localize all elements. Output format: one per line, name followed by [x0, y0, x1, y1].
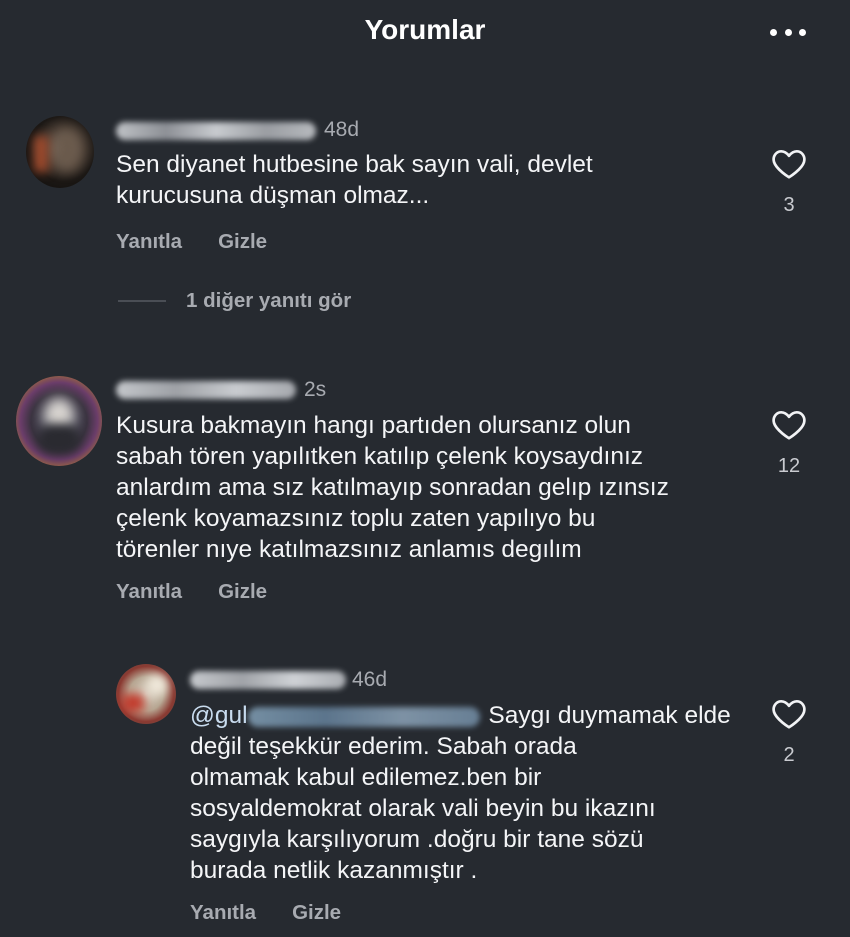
- avatar[interactable]: [16, 376, 102, 466]
- username-blurred[interactable]: [116, 381, 296, 399]
- username-blurred[interactable]: [190, 671, 346, 689]
- like-button[interactable]: 2: [767, 696, 811, 767]
- comment-text: Kusura bakmayın hangı partıden olursanız…: [116, 412, 669, 563]
- comment-text: @gul Saygı duymamak elde değil teşekkür e…: [190, 702, 731, 884]
- like-count: 3: [783, 194, 795, 216]
- mention-username-blurred[interactable]: [247, 706, 480, 727]
- like-count: 2: [783, 744, 795, 766]
- page-title: Yorumlar: [364, 14, 486, 45]
- username-blurred[interactable]: [116, 122, 316, 140]
- hide-button[interactable]: Gizle: [218, 230, 267, 254]
- replies-divider-line: [118, 300, 166, 302]
- more-options-icon[interactable]: [770, 27, 806, 37]
- heart-outline-icon[interactable]: [771, 696, 807, 730]
- hide-button[interactable]: Gizle: [292, 901, 341, 925]
- comment-timestamp: 48d: [324, 118, 360, 141]
- comment-text: Sen diyanet hutbesine bak sayın vali, de…: [116, 151, 593, 209]
- mention-link[interactable]: @gul: [190, 702, 482, 729]
- reply-button[interactable]: Yanıtla: [116, 230, 182, 254]
- comment-timestamp: 46d: [352, 668, 388, 691]
- comments-header: Yorumlar: [0, 0, 850, 64]
- avatar[interactable]: [26, 116, 94, 188]
- reply-button[interactable]: Yanıtla: [116, 580, 182, 604]
- reply-button[interactable]: Yanıtla: [190, 901, 256, 925]
- comment-actions: Yanıtla Gizle: [116, 580, 267, 604]
- comment-actions: Yanıtla Gizle: [116, 230, 267, 254]
- comment-actions: Yanıtla Gizle: [190, 901, 341, 925]
- like-button[interactable]: 12: [767, 407, 811, 478]
- like-button[interactable]: 3: [767, 146, 811, 217]
- heart-outline-icon[interactable]: [771, 407, 807, 441]
- avatar[interactable]: [116, 664, 176, 724]
- heart-outline-icon[interactable]: [771, 146, 807, 180]
- view-more-replies[interactable]: 1 diğer yanıtı gör: [118, 289, 351, 313]
- comment-timestamp: 2s: [304, 378, 327, 401]
- like-count: 12: [777, 455, 801, 477]
- view-replies-label[interactable]: 1 diğer yanıtı gör: [186, 289, 351, 313]
- hide-button[interactable]: Gizle: [218, 580, 267, 604]
